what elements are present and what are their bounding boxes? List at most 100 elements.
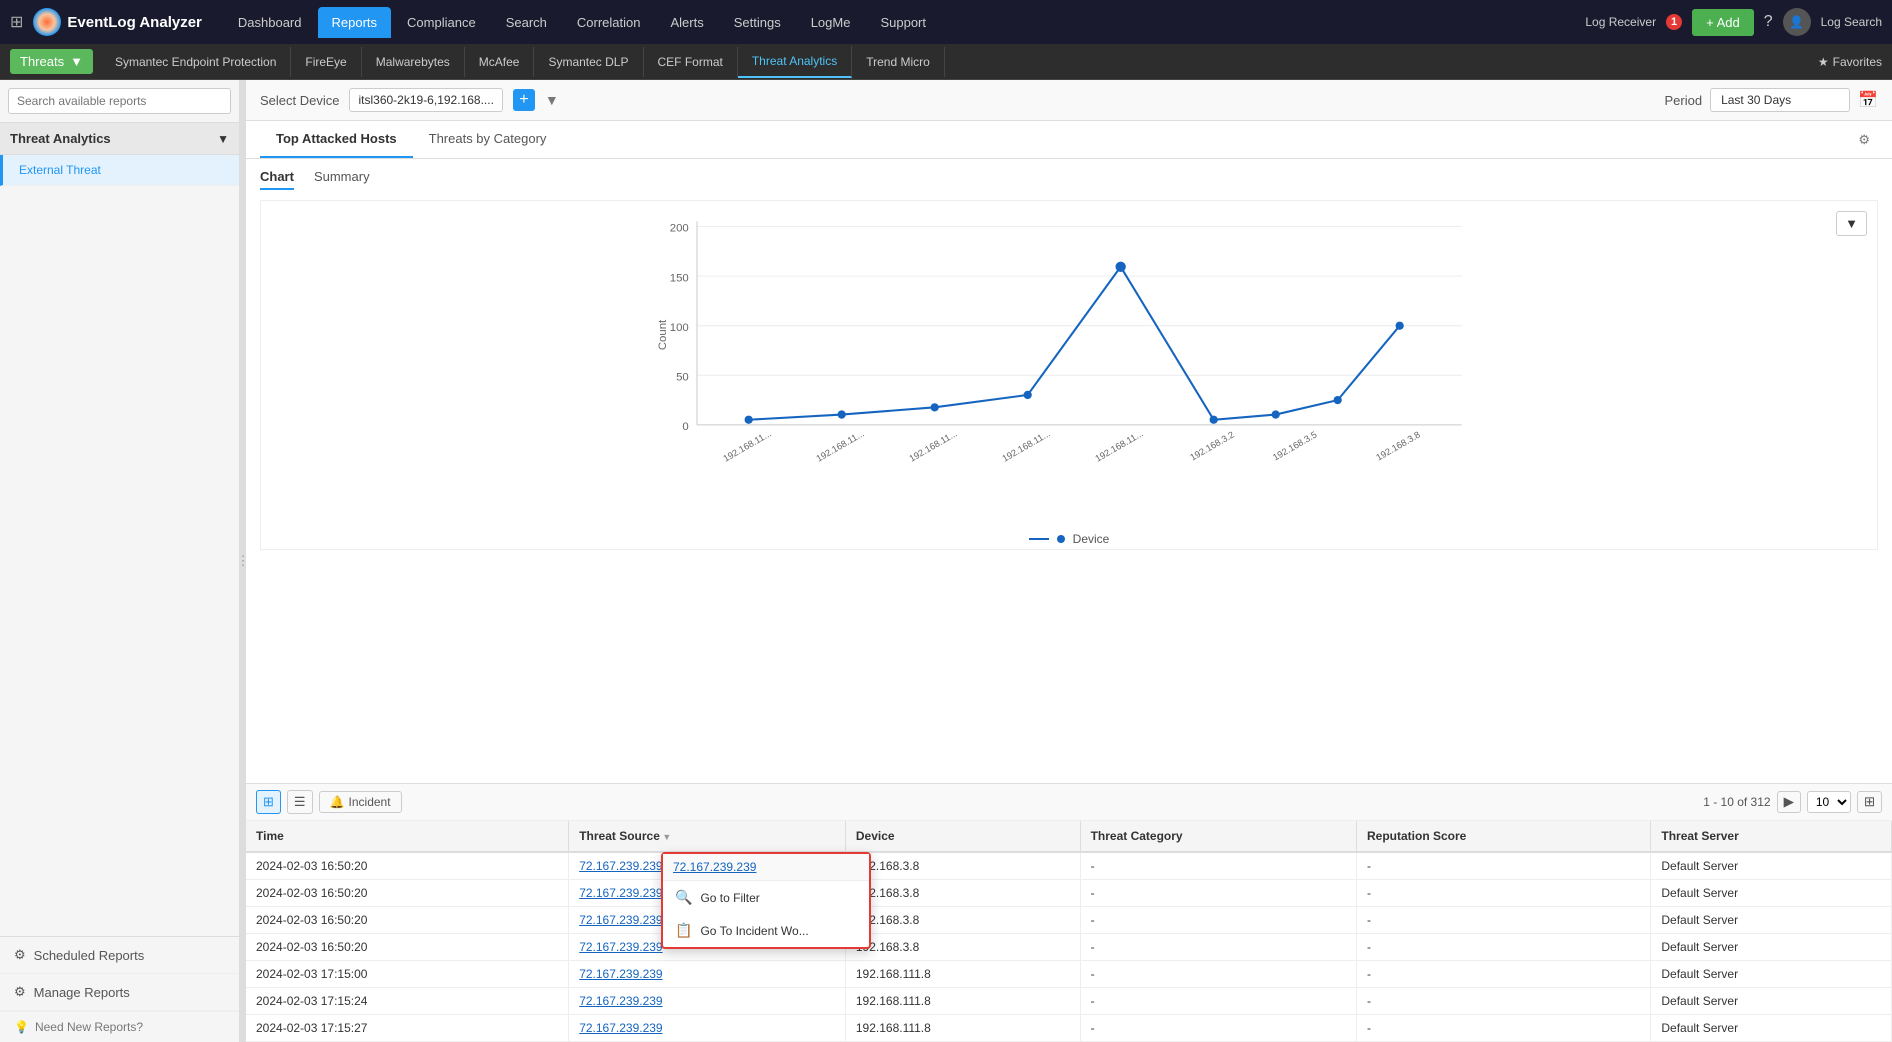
select-device-label: Select Device	[260, 93, 339, 108]
nav-reports[interactable]: Reports	[318, 7, 392, 38]
col-header-threat-category[interactable]: Threat Category	[1080, 821, 1356, 852]
cell-time: 2024-02-03 16:50:20	[246, 907, 569, 934]
col-header-time[interactable]: Time	[246, 821, 569, 852]
manage-reports-link[interactable]: ⚙ Manage Reports	[0, 974, 239, 1011]
scheduled-reports-link[interactable]: ⚙ Scheduled Reports	[0, 937, 239, 974]
list-view-button[interactable]: ☰	[287, 790, 313, 814]
sub-tab-malwarebytes[interactable]: Malwarebytes	[362, 47, 465, 77]
go-to-filter-label: Go to Filter	[700, 891, 759, 905]
table-row: 2024-02-03 16:50:20 72.167.239.239 192.1…	[246, 934, 1892, 961]
report-tab-by-category[interactable]: Threats by Category	[413, 121, 563, 158]
threat-source-link[interactable]: 72.167.239.239	[579, 967, 662, 981]
threat-source-link[interactable]: 72.167.239.239	[579, 886, 662, 900]
nav-correlation[interactable]: Correlation	[563, 7, 655, 38]
cell-threat-server: Default Server	[1651, 1015, 1892, 1042]
svg-text:Count: Count	[657, 319, 669, 350]
search-log-link[interactable]: Log Search	[1821, 15, 1882, 29]
cell-device: 192.168.3.8	[845, 880, 1080, 907]
svg-text:0: 0	[682, 421, 688, 433]
sidebar: Threat Analytics ▼ External Threat ⚙ Sch…	[0, 80, 240, 1042]
threat-source-link[interactable]: 72.167.239.239	[579, 940, 662, 954]
sub-tab-symantec-ep[interactable]: Symantec Endpoint Protection	[101, 47, 291, 77]
table-row: 2024-02-03 16:50:20 72.167.239.239 192.1…	[246, 907, 1892, 934]
cell-time: 2024-02-03 16:50:20	[246, 934, 569, 961]
sub-tab-fireeye[interactable]: FireEye	[291, 47, 361, 77]
user-avatar[interactable]: 👤	[1783, 8, 1811, 36]
nav-support[interactable]: Support	[866, 7, 940, 38]
nav-search[interactable]: Search	[492, 7, 561, 38]
cell-threat-server: Default Server	[1651, 880, 1892, 907]
bulb-icon: 💡	[14, 1020, 29, 1034]
nav-alerts[interactable]: Alerts	[656, 7, 717, 38]
nav-settings[interactable]: Settings	[720, 7, 795, 38]
report-tabs: Top Attacked Hosts Threats by Category ⚙	[246, 121, 1892, 159]
chart-view-tab-summary[interactable]: Summary	[314, 169, 370, 190]
svg-text:192.168.3.2: 192.168.3.2	[1188, 429, 1235, 462]
data-table: Time Threat Source Device Threat Categor…	[246, 821, 1892, 1042]
col-header-threat-source[interactable]: Threat Source	[569, 821, 846, 852]
chart-dropdown[interactable]: ▼	[1836, 211, 1867, 236]
add-device-button[interactable]: +	[513, 89, 535, 111]
incident-button[interactable]: 🔔 Incident	[319, 791, 402, 813]
cell-time: 2024-02-03 17:15:27	[246, 1015, 569, 1042]
grid-view-button[interactable]: ⊞	[256, 790, 281, 814]
sub-tab-cef[interactable]: CEF Format	[644, 47, 738, 77]
content-area: Select Device itsl360-2k19-6,192.168....…	[246, 80, 1892, 1042]
device-selector[interactable]: itsl360-2k19-6,192.168....	[349, 88, 502, 112]
settings-gear-icon[interactable]: ⚙	[1850, 124, 1878, 156]
table-section: ⊞ ☰ 🔔 Incident 1 - 10 of 312 ▶ 10 25 50 …	[246, 783, 1892, 1042]
threat-source-link[interactable]: 72.167.239.239	[579, 859, 662, 873]
context-menu-go-to-incident[interactable]: 📋 Go To Incident Wo...	[663, 914, 869, 947]
nav-right: Log Receiver 1 + Add ? 👤 Log Search	[1585, 8, 1882, 36]
nav-compliance[interactable]: Compliance	[393, 7, 490, 38]
threat-source-link[interactable]: 72.167.239.239	[579, 913, 662, 927]
cell-device: 192.168.111.8	[845, 961, 1080, 988]
sidebar-section-threat-analytics[interactable]: Threat Analytics ▼	[0, 123, 239, 155]
next-page-button[interactable]: ▶	[1777, 791, 1801, 813]
svg-text:192.168.11...: 192.168.11...	[815, 428, 866, 463]
nav-logme[interactable]: LogMe	[797, 7, 865, 38]
rows-per-page-select[interactable]: 10 25 50	[1807, 791, 1851, 813]
chart-view-tab-chart[interactable]: Chart	[260, 169, 294, 190]
sub-tab-threat-analytics[interactable]: Threat Analytics	[738, 46, 852, 78]
sub-tabs-bar: Threats ▼ Symantec Endpoint Protection F…	[0, 44, 1892, 80]
favorites-button[interactable]: ★ Favorites	[1818, 55, 1882, 69]
svg-text:192.168.11...: 192.168.11...	[908, 428, 959, 463]
grid-icon[interactable]: ⊞	[10, 12, 23, 32]
sub-tab-mcafee[interactable]: McAfee	[465, 47, 535, 77]
cell-threat-source: 72.167.239.239	[569, 988, 846, 1015]
cell-threat-category: -	[1080, 907, 1356, 934]
filter-icon[interactable]: ▼	[545, 92, 559, 108]
search-reports-input[interactable]	[8, 88, 231, 114]
brand-name: EventLog Analyzer	[67, 14, 201, 31]
add-button[interactable]: + Add	[1692, 9, 1754, 36]
report-tab-top-attacked[interactable]: Top Attacked Hosts	[260, 121, 413, 158]
go-to-incident-label: Go To Incident Wo...	[700, 924, 808, 938]
export-button[interactable]: ⊞	[1857, 791, 1882, 813]
line-chart: 200 150 100 50 0 Count	[271, 211, 1867, 521]
period-selector[interactable]: Last 30 Days	[1710, 88, 1850, 112]
threat-source-link[interactable]: 72.167.239.239	[579, 1021, 662, 1035]
sidebar-item-external-threat[interactable]: External Threat	[0, 155, 239, 186]
context-menu-header-link[interactable]: 72.167.239.239	[663, 854, 869, 881]
table-row: 2024-02-03 17:15:24 72.167.239.239 192.1…	[246, 988, 1892, 1015]
sub-tab-trend-micro[interactable]: Trend Micro	[852, 47, 945, 77]
table-row: 2024-02-03 17:15:27 72.167.239.239 192.1…	[246, 1015, 1892, 1042]
col-header-device[interactable]: Device	[845, 821, 1080, 852]
context-menu-go-to-filter[interactable]: 🔍 Go to Filter	[663, 881, 869, 914]
cell-threat-source: 72.167.239.239	[569, 961, 846, 988]
nav-dashboard[interactable]: Dashboard	[224, 7, 316, 38]
cell-threat-category: -	[1080, 852, 1356, 880]
col-header-threat-server[interactable]: Threat Server	[1651, 821, 1892, 852]
threats-dropdown[interactable]: Threats ▼	[10, 49, 93, 74]
cell-reputation-score: -	[1357, 880, 1651, 907]
cell-threat-category: -	[1080, 961, 1356, 988]
threat-source-link[interactable]: 72.167.239.239	[579, 994, 662, 1008]
calendar-icon[interactable]: 📅	[1858, 90, 1878, 110]
help-icon[interactable]: ?	[1764, 13, 1773, 31]
need-new-reports[interactable]: 💡 Need New Reports?	[0, 1011, 239, 1042]
sub-tab-symantec-dlp[interactable]: Symantec DLP	[534, 47, 643, 77]
cell-threat-category: -	[1080, 880, 1356, 907]
col-header-reputation-score[interactable]: Reputation Score	[1357, 821, 1651, 852]
cell-threat-server: Default Server	[1651, 934, 1892, 961]
